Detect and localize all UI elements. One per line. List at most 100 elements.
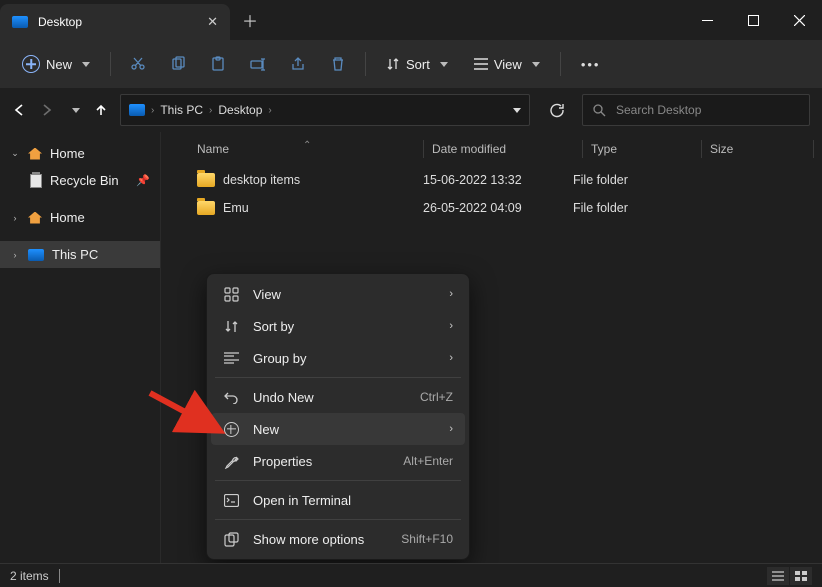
sidebar: ⌄ Home Recycle Bin 📌 › Home › This PC — [0, 132, 160, 563]
column-divider[interactable] — [813, 140, 814, 158]
ctx-label: Group by — [253, 351, 306, 366]
sidebar-item-this-pc[interactable]: › This PC — [0, 241, 160, 268]
chevron-right-icon: › — [449, 352, 453, 364]
rename-button[interactable] — [241, 48, 275, 80]
separator — [215, 377, 461, 378]
separator — [560, 52, 561, 76]
sidebar-item-recycle-bin[interactable]: Recycle Bin 📌 — [0, 167, 160, 194]
icons-view-toggle[interactable] — [790, 567, 812, 585]
undo-icon — [223, 389, 239, 405]
forward-button[interactable] — [40, 103, 54, 117]
search-box[interactable] — [582, 94, 810, 126]
sidebar-item-label: Home — [50, 210, 85, 225]
copy-button[interactable] — [161, 48, 195, 80]
file-row[interactable]: Emu 26-05-2022 04:09 File folder — [161, 194, 822, 222]
chevron-right-icon: › — [151, 105, 154, 116]
ctx-new[interactable]: New › — [211, 413, 465, 445]
monitor-icon — [129, 104, 145, 116]
ctx-shortcut: Alt+Enter — [403, 454, 453, 468]
sidebar-item-home[interactable]: ⌄ Home — [0, 140, 160, 167]
tab-title: Desktop — [38, 15, 82, 29]
ctx-undo[interactable]: Undo New Ctrl+Z — [211, 381, 465, 413]
ctx-more-options[interactable]: Show more options Shift+F10 — [211, 523, 465, 555]
minimize-button[interactable] — [684, 0, 730, 40]
paste-button[interactable] — [201, 48, 235, 80]
breadcrumb-segment[interactable]: Desktop — [218, 103, 262, 117]
chevron-right-icon: › — [209, 105, 212, 116]
sidebar-item-home-2[interactable]: › Home — [0, 204, 160, 231]
ctx-properties[interactable]: Properties Alt+Enter — [211, 445, 465, 477]
column-label: Date modified — [432, 142, 506, 156]
file-date: 15-06-2022 13:32 — [423, 173, 573, 187]
up-button[interactable] — [94, 103, 108, 117]
close-tab-icon[interactable]: ✕ — [207, 14, 218, 30]
more-icon: ••• — [581, 57, 601, 72]
sort-icon — [223, 318, 239, 334]
statusbar: 2 items — [0, 563, 822, 587]
column-divider[interactable] — [701, 140, 702, 158]
pin-icon: 📌 — [136, 174, 150, 187]
file-name: desktop items — [223, 173, 300, 187]
sort-button[interactable]: Sort — [376, 51, 458, 78]
ctx-label: New — [253, 422, 279, 437]
sidebar-item-label: Recycle Bin — [50, 173, 119, 188]
back-button[interactable] — [12, 103, 26, 117]
cut-button[interactable] — [121, 48, 155, 80]
cursor — [59, 569, 60, 583]
status-text: 2 items — [10, 569, 49, 583]
more-button[interactable]: ••• — [571, 51, 611, 78]
chevron-down-icon — [440, 62, 448, 67]
search-icon — [593, 104, 606, 117]
ctx-terminal[interactable]: Open in Terminal — [211, 484, 465, 516]
tab-desktop[interactable]: Desktop ✕ — [0, 4, 230, 40]
toolbar: New Sort View ••• — [0, 40, 822, 88]
chevron-right-icon: › — [10, 213, 20, 223]
more-options-icon — [223, 531, 239, 547]
column-name[interactable]: Name ⌃ — [173, 142, 423, 156]
folder-icon — [197, 201, 215, 215]
ctx-shortcut: Shift+F10 — [401, 532, 453, 546]
column-label: Name — [197, 142, 229, 156]
share-button[interactable] — [281, 48, 315, 80]
new-tab-button[interactable]: ＋ — [230, 0, 270, 40]
ctx-view[interactable]: View › — [211, 278, 465, 310]
file-type: File folder — [573, 201, 683, 215]
separator — [215, 480, 461, 481]
refresh-button[interactable] — [542, 103, 570, 118]
plus-circle-icon — [22, 55, 40, 73]
navbar: › This PC › Desktop › — [0, 88, 822, 132]
column-divider[interactable] — [582, 140, 583, 158]
view-icon — [474, 58, 488, 70]
column-date[interactable]: Date modified — [432, 142, 582, 156]
column-size[interactable]: Size — [710, 142, 813, 156]
view-button[interactable]: View — [464, 51, 550, 78]
delete-button[interactable] — [321, 48, 355, 80]
close-window-button[interactable] — [776, 0, 822, 40]
view-icon — [223, 286, 239, 302]
chevron-right-icon: › — [449, 320, 453, 332]
ctx-label: View — [253, 287, 281, 302]
details-view-toggle[interactable] — [767, 567, 789, 585]
breadcrumb-segment[interactable]: This PC — [160, 103, 203, 117]
maximize-button[interactable] — [730, 0, 776, 40]
home-icon — [28, 148, 42, 160]
ctx-label: Open in Terminal — [253, 493, 351, 508]
ctx-group[interactable]: Group by › — [211, 342, 465, 374]
ctx-sort[interactable]: Sort by › — [211, 310, 465, 342]
search-input[interactable] — [616, 103, 799, 117]
chevron-right-icon: › — [268, 105, 271, 116]
file-row[interactable]: desktop items 15-06-2022 13:32 File fold… — [161, 166, 822, 194]
chevron-down-icon — [532, 62, 540, 67]
ctx-label: Properties — [253, 454, 312, 469]
window-controls — [684, 0, 822, 40]
history-dropdown[interactable] — [72, 108, 80, 113]
column-divider[interactable] — [423, 140, 424, 158]
titlebar: Desktop ✕ ＋ — [0, 0, 822, 40]
column-type[interactable]: Type — [591, 142, 701, 156]
new-button[interactable]: New — [12, 49, 100, 79]
properties-icon — [223, 453, 239, 469]
separator — [365, 52, 366, 76]
chevron-down-icon[interactable] — [513, 108, 521, 113]
chevron-down-icon — [82, 62, 90, 67]
breadcrumb[interactable]: › This PC › Desktop › — [120, 94, 530, 126]
